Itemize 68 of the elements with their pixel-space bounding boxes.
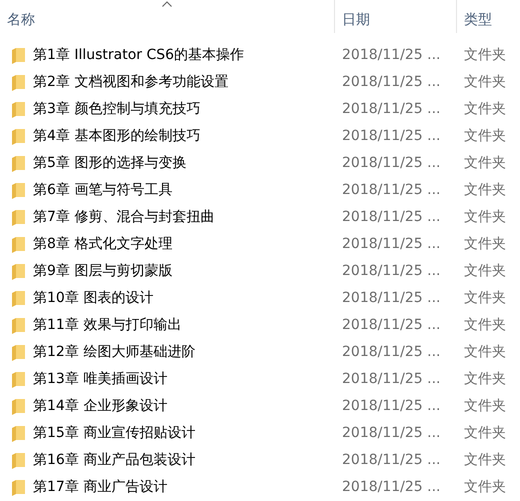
date-text: 2018/11/25 ... [342,398,440,414]
type-text: 文件夹 [464,344,506,360]
folder-icon [12,128,25,144]
type-text: 文件夹 [464,371,506,387]
type-text: 文件夹 [464,236,506,252]
folder-icon [12,480,25,496]
type-text: 文件夹 [464,398,506,414]
date-text: 2018/11/25 ... [342,47,440,63]
date-text: 2018/11/25 ... [342,155,440,171]
type-text: 文件夹 [464,290,506,306]
folder-icon [12,452,25,468]
folder-icon [12,290,25,306]
folder-icon [12,102,25,118]
folder-icon [12,264,25,280]
folder-icon [12,48,25,64]
folder-name[interactable]: 第13章 唯美插画设计 [33,369,168,390]
type-text: 文件夹 [464,182,506,198]
type-text: 文件夹 [464,155,506,171]
date-text: 2018/11/25 ... [342,263,440,279]
type-text: 文件夹 [464,452,506,468]
folder-name[interactable]: 第5章 图形的选择与变换 [33,153,186,174]
folder-icon [12,236,25,252]
folder-icon [12,156,25,172]
folder-icon [12,398,25,414]
folder-name[interactable]: 第1章 Illustrator CS6的基本操作 [33,45,244,66]
folder-name[interactable]: 第9章 图层与剪切蒙版 [33,261,172,282]
date-text: 2018/11/25 ... [342,290,440,306]
folder-icon [12,372,25,388]
type-text: 文件夹 [464,74,506,90]
date-text: 2018/11/25 ... [342,182,440,198]
folder-icon [12,426,25,442]
type-text: 文件夹 [464,425,506,441]
date-text: 2018/11/25 ... [342,74,440,90]
folder-name[interactable]: 第12章 绘图大师基础进阶 [33,342,196,363]
type-text: 文件夹 [464,101,506,117]
folder-name[interactable]: 第16章 商业产品包装设计 [33,450,196,471]
date-text: 2018/11/25 ... [342,371,440,387]
date-text: 2018/11/25 ... [342,209,440,225]
date-text: 2018/11/25 ... [342,344,440,360]
date-text: 2018/11/25 ... [342,236,440,252]
date-text: 2018/11/25 ... [342,425,440,441]
folder-name[interactable]: 第2章 文档视图和参考功能设置 [33,72,228,93]
type-text: 文件夹 [464,317,506,333]
folder-name[interactable]: 第15章 商业宣传招贴设计 [33,423,196,444]
folder-icon [12,182,25,198]
folder-name[interactable]: 第3章 颜色控制与填充技巧 [33,99,200,120]
type-text: 文件夹 [464,209,506,225]
type-text: 文件夹 [464,479,506,495]
folder-name[interactable]: 第10章 图表的设计 [33,288,154,309]
folder-name[interactable]: 第7章 修剪、混合与封套扭曲 [33,207,214,228]
date-text: 2018/11/25 ... [342,128,440,144]
folder-name[interactable]: 第14章 企业形象设计 [33,396,168,417]
folder-name[interactable]: 第6章 画笔与符号工具 [33,180,172,201]
date-text: 2018/11/25 ... [342,317,440,333]
folder-name[interactable]: 第8章 格式化文字处理 [33,234,172,255]
type-text: 文件夹 [464,47,506,63]
folder-name[interactable]: 第11章 效果与打印输出 [33,315,182,336]
folder-name[interactable]: 第4章 基本图形的绘制技巧 [33,126,200,147]
folder-icon [12,210,25,226]
date-text: 2018/11/25 ... [342,479,440,495]
date-text: 2018/11/25 ... [342,452,440,468]
folder-icon [12,344,25,360]
date-text: 2018/11/25 ... [342,101,440,117]
folder-icon [12,74,25,90]
folder-icon [12,318,25,334]
folder-name[interactable]: 第17章 商业广告设计 [33,477,168,498]
type-text: 文件夹 [464,263,506,279]
type-text: 文件夹 [464,128,506,144]
